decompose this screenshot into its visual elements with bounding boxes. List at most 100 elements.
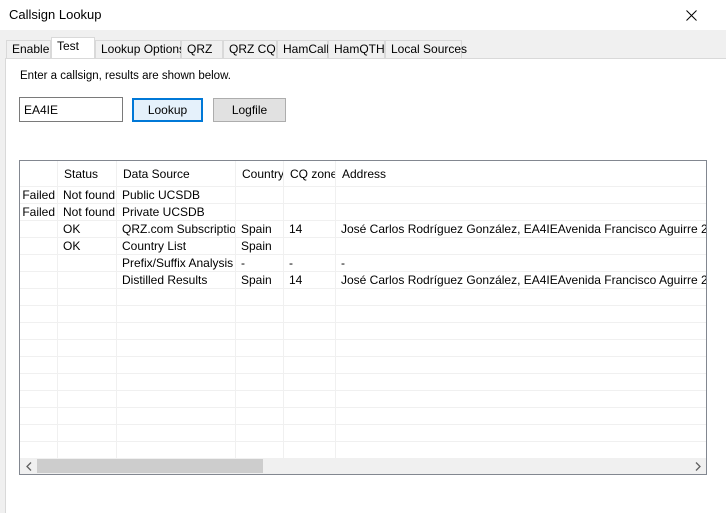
table-row[interactable] [20, 357, 706, 374]
lookup-button[interactable]: Lookup [132, 98, 203, 122]
cell-status [58, 442, 117, 458]
cell-cq-zone [284, 323, 336, 339]
cell-cq-zone [284, 374, 336, 390]
cell-country [236, 442, 284, 458]
callsign-input[interactable] [19, 97, 123, 122]
cell-status [58, 340, 117, 356]
cell-address [336, 391, 706, 407]
cell-cq-zone [284, 442, 336, 458]
cell-status-flag: Failed [20, 204, 58, 220]
cell-status [58, 391, 117, 407]
table-row[interactable]: Distilled Results Spain 14 José Carlos Rodr… [20, 272, 706, 289]
cell-cq-zone [284, 408, 336, 424]
cell-cq-zone [284, 357, 336, 373]
cell-country [236, 306, 284, 322]
column-header-data-source[interactable]: Data Source [117, 161, 236, 186]
cell-address [336, 323, 706, 339]
cell-country [236, 187, 284, 203]
cell-data-source: QRZ.com Subscription [117, 221, 236, 237]
cell-status [58, 272, 117, 288]
table-row[interactable] [20, 425, 706, 442]
column-header-country[interactable]: Country [236, 161, 284, 186]
cell-address [336, 187, 706, 203]
cell-data-source [117, 323, 236, 339]
close-button[interactable] [680, 4, 702, 26]
cell-country: - [236, 255, 284, 271]
cell-country [236, 408, 284, 424]
cell-status [58, 374, 117, 390]
table-row[interactable] [20, 306, 706, 323]
table-row[interactable]: OK Country List Spain [20, 238, 706, 255]
cell-cq-zone: - [284, 255, 336, 271]
table-row[interactable] [20, 391, 706, 408]
cell-status-flag: Failed [20, 187, 58, 203]
cell-address [336, 357, 706, 373]
table-row[interactable] [20, 442, 706, 458]
cell-cq-zone [284, 289, 336, 305]
cell-cq-zone: 14 [284, 272, 336, 288]
close-icon [685, 9, 697, 21]
cell-address: José Carlos Rodríguez González, EA4IEAve… [336, 272, 706, 288]
table-row[interactable] [20, 340, 706, 357]
column-header-address[interactable]: Address [336, 161, 706, 186]
cell-status [58, 357, 117, 373]
cell-status: OK [58, 238, 117, 254]
cell-status-flag [20, 272, 58, 288]
cell-address [336, 289, 706, 305]
logfile-button[interactable]: Logfile [213, 98, 286, 122]
table-row[interactable]: Failed Not found Public UCSDB [20, 187, 706, 204]
cell-data-source [117, 442, 236, 458]
cell-status-flag [20, 340, 58, 356]
cell-cq-zone [284, 238, 336, 254]
tab-qrz[interactable]: QRZ [181, 40, 223, 58]
table-row[interactable] [20, 289, 706, 306]
cell-address [336, 374, 706, 390]
results-grid[interactable]: Status Data Source Country CQ zone Address Fa… [19, 160, 707, 475]
cell-cq-zone [284, 425, 336, 441]
cell-status [58, 255, 117, 271]
cell-address [336, 306, 706, 322]
cell-address [336, 238, 706, 254]
cell-status-flag [20, 306, 58, 322]
tab-hamqth[interactable]: HamQTH [328, 40, 385, 58]
scrollbar-thumb[interactable] [37, 459, 263, 473]
table-row[interactable]: Prefix/Suffix Analysis - - - [20, 255, 706, 272]
cell-cq-zone [284, 204, 336, 220]
table-row[interactable] [20, 323, 706, 340]
scroll-left-button[interactable] [20, 458, 37, 474]
tab-hamcall[interactable]: HamCall [277, 40, 329, 58]
table-row[interactable]: Failed Not found Private UCSDB [20, 204, 706, 221]
cell-data-source [117, 340, 236, 356]
tab-qrz-cq[interactable]: QRZ CQ [223, 40, 277, 58]
table-header-row: Status Data Source Country CQ zone Address [20, 161, 706, 187]
cell-status-flag [20, 442, 58, 458]
cell-status [58, 306, 117, 322]
results-table: Status Data Source Country CQ zone Address Fa… [20, 161, 706, 458]
tab-local-sources[interactable]: Local Sources [385, 40, 467, 58]
column-header-cq-zone[interactable]: CQ zone [284, 161, 336, 186]
cell-address [336, 442, 706, 458]
cell-status [58, 323, 117, 339]
horizontal-scrollbar[interactable] [20, 458, 706, 474]
cell-country [236, 374, 284, 390]
tab-lookup-options[interactable]: Lookup Options [95, 40, 185, 58]
table-row[interactable] [20, 408, 706, 425]
tab-enable[interactable]: Enable [6, 40, 51, 58]
column-header-status-flag[interactable] [20, 161, 58, 186]
cell-country [236, 357, 284, 373]
column-header-status[interactable]: Status [58, 161, 117, 186]
cell-data-source: Distilled Results [117, 272, 236, 288]
table-row[interactable]: OK QRZ.com Subscription Spain 14 José Carlos… [20, 221, 706, 238]
cell-country [236, 289, 284, 305]
cell-data-source [117, 357, 236, 373]
cell-address: José Carlos Rodríguez González, EA4IEAve… [336, 221, 706, 237]
table-row[interactable] [20, 374, 706, 391]
cell-status: OK [58, 221, 117, 237]
cell-status-flag [20, 289, 58, 305]
cell-country [236, 204, 284, 220]
cell-data-source [117, 391, 236, 407]
scroll-right-button[interactable] [689, 458, 706, 474]
cell-data-source: Public UCSDB [117, 187, 236, 203]
cell-status-flag [20, 323, 58, 339]
tab-test[interactable]: Test [51, 37, 95, 58]
